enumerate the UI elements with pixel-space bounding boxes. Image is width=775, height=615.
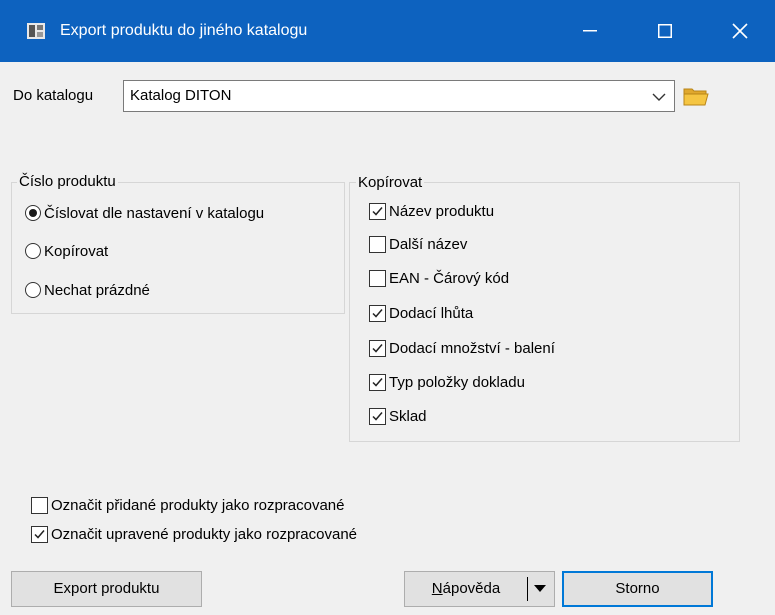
checkmark-icon xyxy=(372,411,383,421)
check-ean-barcode[interactable]: EAN - Čárový kód xyxy=(369,267,509,289)
check-delivery-quantity[interactable]: Dodací množství - balení xyxy=(369,337,555,359)
title-bar: Export produktu do jiného katalogu xyxy=(0,0,775,62)
chevron-down-icon[interactable] xyxy=(652,92,666,102)
copy-fields-group-title: Kopírovat xyxy=(356,173,425,193)
check-mark-added-in-progress[interactable]: Označit přidané produkty jako rozpracova… xyxy=(31,494,345,516)
checkbox-label: Dodací lhůta xyxy=(389,304,474,322)
check-document-item-type[interactable]: Typ položky dokladu xyxy=(369,371,525,393)
radio-button[interactable] xyxy=(25,205,41,221)
checkbox-label: Označit přidané produkty jako rozpracova… xyxy=(51,496,345,514)
folder-open-icon[interactable] xyxy=(681,81,711,111)
radio-label: Nechat prázdné xyxy=(44,281,150,299)
minimize-button[interactable] xyxy=(560,0,620,62)
checkbox[interactable] xyxy=(369,235,386,253)
close-button[interactable] xyxy=(710,0,770,62)
checkbox-label: EAN - Čárový kód xyxy=(389,269,510,287)
check-other-name[interactable]: Další název xyxy=(369,233,467,255)
checkbox-label: Sklad xyxy=(389,407,427,425)
product-number-group-title: Číslo produktu xyxy=(17,172,118,192)
help-button[interactable]: Nápověda xyxy=(404,571,555,607)
checkbox[interactable] xyxy=(369,202,386,220)
help-accelerator: N xyxy=(431,580,443,597)
checkbox-label: Název produktu xyxy=(389,202,495,220)
checkbox-label: Typ položky dokladu xyxy=(389,373,525,391)
checkbox[interactable] xyxy=(369,304,386,322)
check-warehouse[interactable]: Sklad xyxy=(369,405,427,427)
help-label-rest: ápověda xyxy=(442,580,501,597)
catalog-app-icon xyxy=(27,23,45,39)
checkmark-icon xyxy=(372,206,383,216)
checkbox[interactable] xyxy=(31,525,48,543)
radio-leave-empty[interactable]: Nechat prázdné xyxy=(25,279,150,301)
export-product-button[interactable]: Export produktu xyxy=(11,571,202,607)
cancel-button[interactable]: Storno xyxy=(562,571,713,607)
minimize-icon xyxy=(583,30,597,32)
split-divider xyxy=(527,577,528,601)
radio-number-by-catalog[interactable]: Číslovat dle nastavení v katalogu xyxy=(25,202,264,224)
window-title: Export produktu do jiného katalogu xyxy=(60,22,308,39)
dropdown-arrow-icon[interactable] xyxy=(534,585,546,593)
check-product-name[interactable]: Název produktu xyxy=(369,200,494,222)
target-catalog-label: Do katalogu xyxy=(13,87,94,104)
radio-button[interactable] xyxy=(25,243,41,259)
checkmark-icon xyxy=(372,308,383,318)
checkbox-label: Další název xyxy=(389,235,468,253)
checkbox[interactable] xyxy=(369,407,386,425)
check-delivery-time[interactable]: Dodací lhůta xyxy=(369,302,473,324)
checkbox-label: Označit upravené produkty jako rozpracov… xyxy=(51,525,358,543)
checkbox[interactable] xyxy=(369,373,386,391)
maximize-button[interactable] xyxy=(635,0,695,62)
maximize-icon xyxy=(658,24,672,38)
radio-button[interactable] xyxy=(25,282,41,298)
target-catalog-value: Katalog DITON xyxy=(130,87,232,104)
target-catalog-select[interactable]: Katalog DITON xyxy=(123,80,675,112)
help-button-label: Nápověda xyxy=(405,572,527,606)
close-icon xyxy=(732,23,748,39)
checkbox[interactable] xyxy=(31,496,48,514)
checkbox-label: Dodací množství - balení xyxy=(389,339,555,357)
checkbox[interactable] xyxy=(369,339,386,357)
checkmark-icon xyxy=(372,377,383,387)
radio-label: Číslovat dle nastavení v katalogu xyxy=(44,204,265,222)
radio-label: Kopírovat xyxy=(44,242,109,260)
checkbox[interactable] xyxy=(369,269,386,287)
checkmark-icon xyxy=(34,529,45,539)
check-mark-updated-in-progress[interactable]: Označit upravené produkty jako rozpracov… xyxy=(31,523,357,545)
checkmark-icon xyxy=(372,343,383,353)
radio-copy-number[interactable]: Kopírovat xyxy=(25,240,108,262)
